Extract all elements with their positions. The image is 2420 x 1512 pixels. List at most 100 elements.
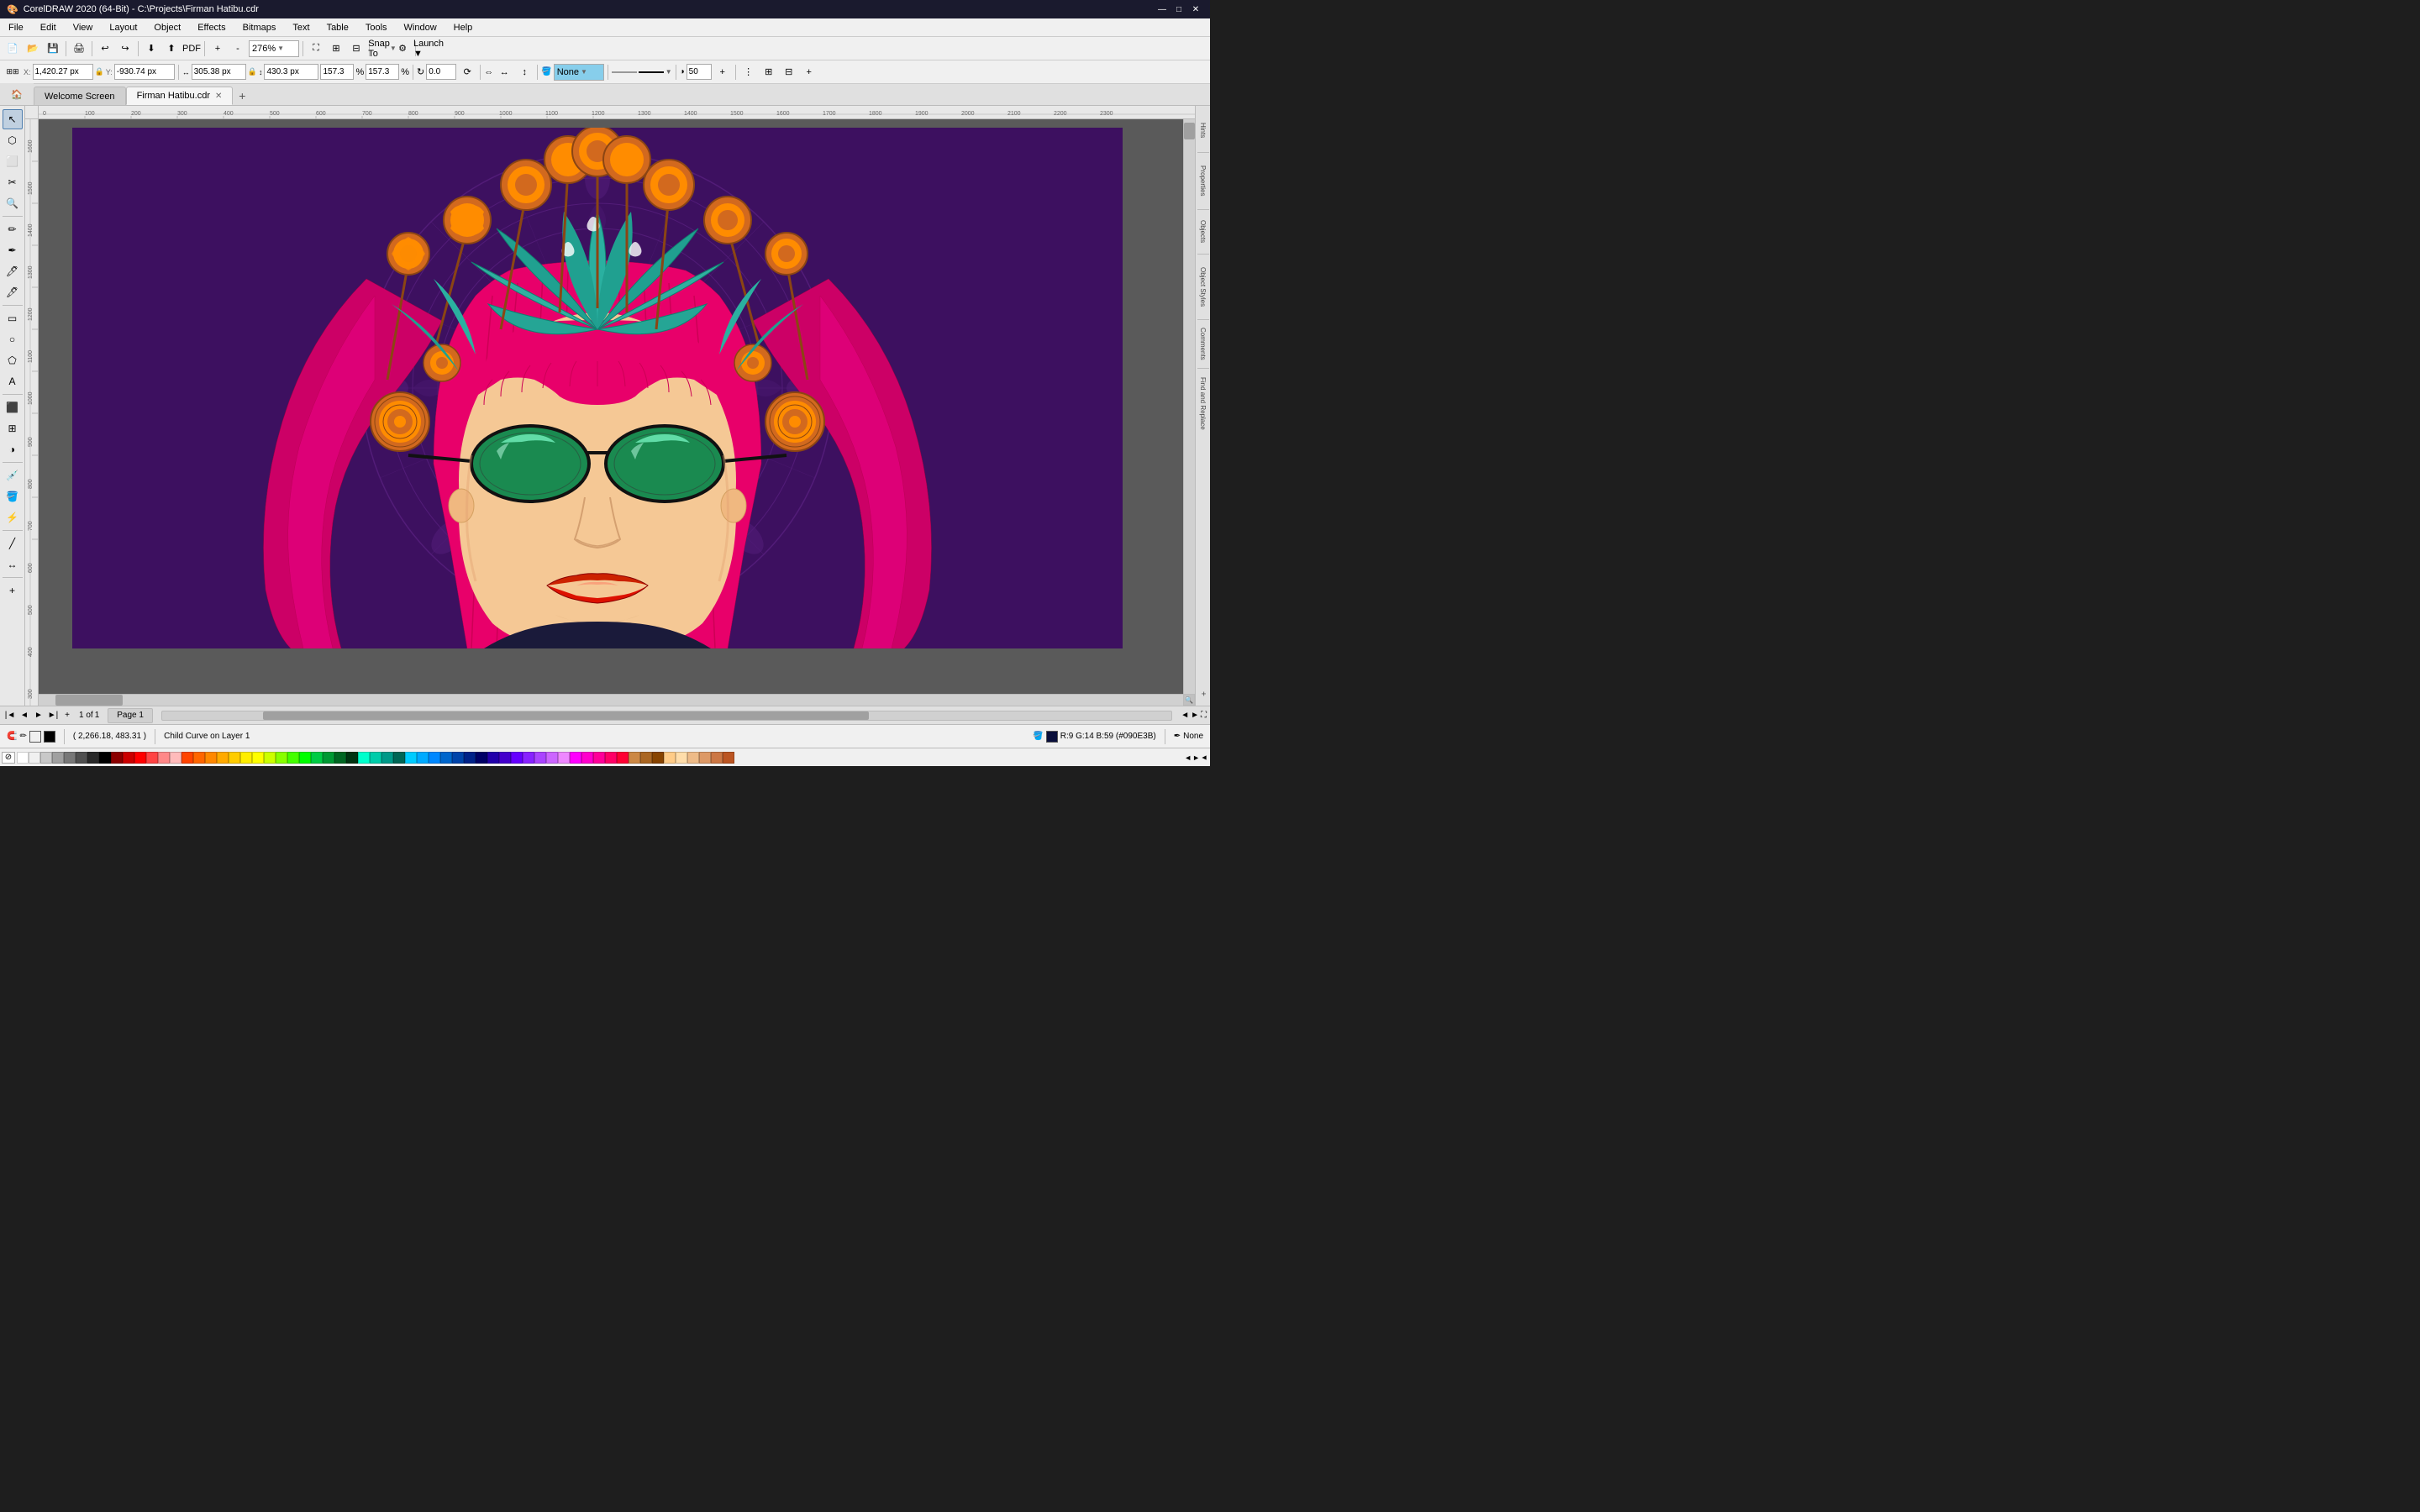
tool-smart2[interactable]: ⚡ xyxy=(3,507,23,528)
swatch-orange1[interactable] xyxy=(182,752,193,764)
publish-pdf-button[interactable]: PDF xyxy=(182,39,201,58)
swatch-purple1[interactable] xyxy=(499,752,511,764)
swatch-pink2[interactable] xyxy=(581,752,593,764)
launch-button[interactable]: Launch ▼ xyxy=(419,39,438,58)
swatch-skin2[interactable] xyxy=(687,752,699,764)
snap-to-btn[interactable]: Snap To ▼ xyxy=(373,39,392,58)
menu-file[interactable]: File xyxy=(0,18,32,36)
swatch-green2[interactable] xyxy=(311,752,323,764)
tool-zoom[interactable]: 🔍 xyxy=(3,193,23,213)
swatch-peach[interactable] xyxy=(664,752,676,764)
menu-object[interactable]: Object xyxy=(145,18,189,36)
scrollbar-thumb-v[interactable] xyxy=(1184,123,1195,139)
swatch-3[interactable] xyxy=(52,752,64,764)
swatch-yellow3[interactable] xyxy=(252,752,264,764)
swatch-blue5[interactable] xyxy=(464,752,476,764)
swatch-navy[interactable] xyxy=(476,752,487,764)
swatch-purple4[interactable] xyxy=(534,752,546,764)
width-input[interactable] xyxy=(192,64,246,80)
palette-scroll-right[interactable]: ► xyxy=(1192,753,1200,762)
tool-eyedrop[interactable]: 💉 xyxy=(3,465,23,486)
add-col-button[interactable]: + xyxy=(800,63,818,81)
swatch-5[interactable] xyxy=(76,752,87,764)
swatch-purple5[interactable] xyxy=(546,752,558,764)
swatch-brown1[interactable] xyxy=(629,752,640,764)
undo-button[interactable]: ↩ xyxy=(96,39,114,58)
swatch-purple2[interactable] xyxy=(511,752,523,764)
swatch-orange4[interactable] xyxy=(217,752,229,764)
close-button[interactable]: ✕ xyxy=(1188,3,1203,16)
menu-text[interactable]: Text xyxy=(284,18,318,36)
tool-transform[interactable]: ⬜ xyxy=(3,151,23,171)
opacity-input[interactable] xyxy=(687,64,712,80)
scale-x-input[interactable] xyxy=(320,64,354,80)
maximize-button[interactable]: □ xyxy=(1171,3,1186,16)
canvas-content[interactable] xyxy=(39,119,1195,706)
tool-smart[interactable]: 🖋 xyxy=(3,282,23,302)
swatch-blue1[interactable] xyxy=(417,752,429,764)
align-button[interactable]: ⊟ xyxy=(780,63,798,81)
swatch-pink3[interactable] xyxy=(593,752,605,764)
tool-node[interactable]: ⬡ xyxy=(3,130,23,150)
swatch-green1[interactable] xyxy=(299,752,311,764)
full-screen-button[interactable]: ⛶ xyxy=(307,39,325,58)
menu-edit[interactable]: Edit xyxy=(32,18,65,36)
no-fill-button[interactable]: ⊘ xyxy=(2,752,15,764)
mirror-h-button[interactable]: ↔ xyxy=(495,63,513,81)
swatch-teal2[interactable] xyxy=(370,752,381,764)
panel-hints[interactable]: Hints xyxy=(1196,109,1211,151)
opacity-inc-button[interactable]: + xyxy=(713,63,732,81)
artwork-canvas[interactable] xyxy=(72,128,1123,648)
swatch-red2[interactable] xyxy=(134,752,146,764)
menu-help[interactable]: Help xyxy=(445,18,481,36)
swatch-skin1[interactable] xyxy=(676,752,687,764)
tool-blend[interactable]: ◑ xyxy=(3,439,23,459)
swatch-blue3[interactable] xyxy=(440,752,452,764)
swatch-1[interactable] xyxy=(29,752,40,764)
page-prev-button[interactable]: ◄ xyxy=(18,709,31,722)
rotation-input[interactable] xyxy=(426,64,456,80)
menu-effects[interactable]: Effects xyxy=(189,18,234,36)
zoom-out-button[interactable]: - xyxy=(229,39,247,58)
menu-view[interactable]: View xyxy=(65,18,102,36)
panel-find-replace[interactable]: Find and Replace xyxy=(1196,370,1211,437)
print-button[interactable]: 🖨 xyxy=(70,39,88,58)
tool-add[interactable]: + xyxy=(3,580,23,601)
swatch-red3[interactable] xyxy=(146,752,158,764)
scrollbar-horizontal[interactable] xyxy=(39,694,1183,706)
tab-home[interactable]: 🏠 xyxy=(0,83,34,105)
swatch-lime1[interactable] xyxy=(276,752,287,764)
tool-pattern[interactable]: ⊞ xyxy=(3,418,23,438)
fill-color-box[interactable] xyxy=(44,731,55,743)
page-next-button[interactable]: ► xyxy=(32,709,45,722)
swatch-blue2[interactable] xyxy=(429,752,440,764)
swatch-red5[interactable] xyxy=(170,752,182,764)
outline-color-box[interactable] xyxy=(29,731,41,743)
scrollbar-vertical[interactable] xyxy=(1183,119,1195,694)
tab-add-button[interactable]: + xyxy=(233,87,251,105)
tool-freehand[interactable]: ✏ xyxy=(3,219,23,239)
panel-expand-bottom[interactable]: + xyxy=(1196,685,1211,702)
swatch-skin3[interactable] xyxy=(699,752,711,764)
swatch-pink5[interactable] xyxy=(617,752,629,764)
zoom-in-status-button[interactable]: ► xyxy=(1191,711,1199,720)
swatch-lime2[interactable] xyxy=(287,752,299,764)
scale-y-input[interactable] xyxy=(366,64,399,80)
redo-button[interactable]: ↪ xyxy=(116,39,134,58)
page-first-button[interactable]: |◄ xyxy=(3,709,17,722)
h-scrollbar[interactable] xyxy=(161,711,1172,721)
canvas-area[interactable]: 0 100 200 300 400 500 600 700 800 900 10… xyxy=(25,106,1195,706)
swatch-darkred[interactable] xyxy=(111,752,123,764)
tool-text[interactable]: A xyxy=(3,371,23,391)
swatch-4[interactable] xyxy=(64,752,76,764)
panel-properties[interactable]: Properties xyxy=(1196,154,1211,208)
menu-tools[interactable]: Tools xyxy=(357,18,396,36)
swatch-green5[interactable] xyxy=(346,752,358,764)
more-options-button[interactable]: ⋮ xyxy=(739,63,758,81)
swatch-green4[interactable] xyxy=(334,752,346,764)
swatch-6[interactable] xyxy=(87,752,99,764)
swatch-teal1[interactable] xyxy=(358,752,370,764)
zoom-in-button[interactable]: + xyxy=(208,39,227,58)
swatch-orange2[interactable] xyxy=(193,752,205,764)
swatch-yellow4[interactable] xyxy=(264,752,276,764)
